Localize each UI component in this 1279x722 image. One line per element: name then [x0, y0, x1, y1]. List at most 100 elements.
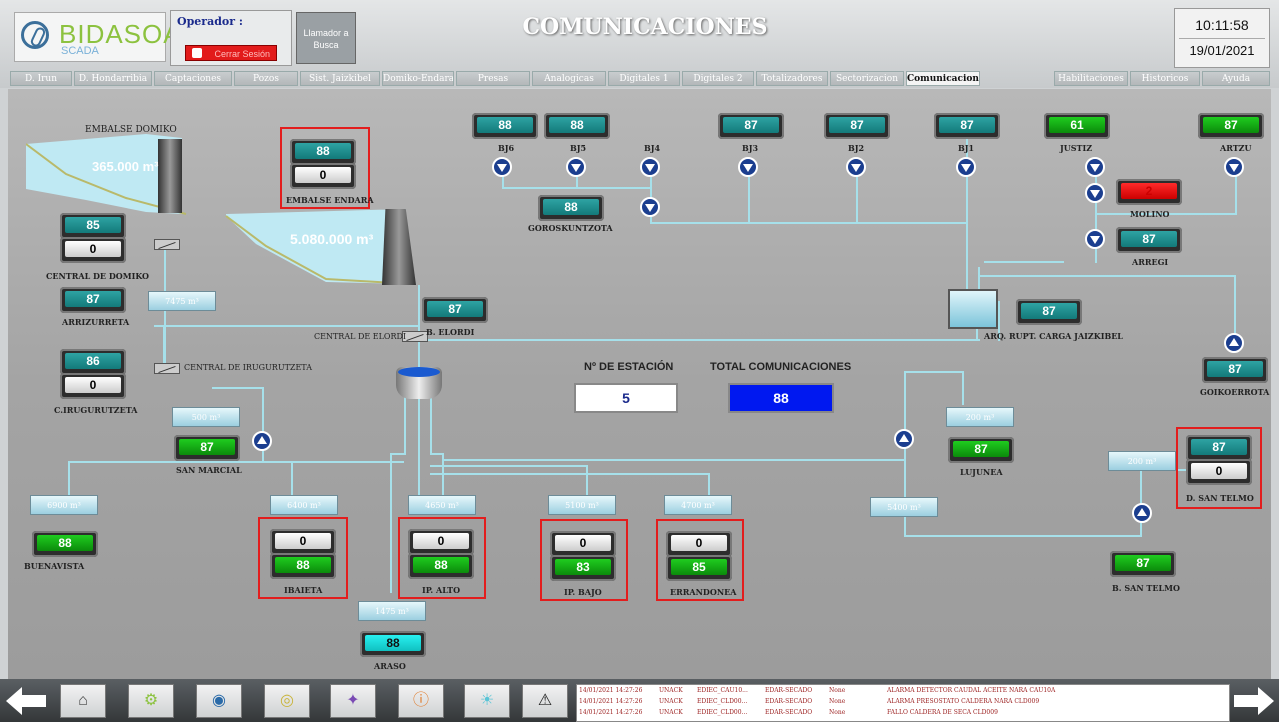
alarm-button[interactable]: ⚠ [522, 684, 568, 718]
water-button[interactable]: ◉ [196, 684, 242, 718]
d-san-telmo-top-gauge: 87 [1186, 435, 1252, 461]
san-marcial-gauge: 87 [174, 435, 240, 461]
bj3-arrow-icon [738, 157, 758, 177]
tank-water [398, 367, 440, 377]
alarm-row[interactable]: 14/01/2021 14:27:26 UNACK EDIEC_CLD00... ED… [577, 708, 1217, 718]
bj5-label: BJ5 [570, 143, 587, 153]
b-san-telmo-arrow-icon [1132, 503, 1152, 523]
central-domiko-top-gauge: 85 [60, 213, 126, 239]
settings-button[interactable]: ⚙ [128, 684, 174, 718]
d-san-telmo-label: D. SAN TELMO [1186, 493, 1254, 503]
tab-sectorizacion[interactable]: Sectorizacion [830, 71, 904, 86]
arq-label: ARQ. RUPT. CARGA JAIZKIBEL [984, 331, 1123, 341]
tab-historicos[interactable]: Historicos [1130, 71, 1200, 86]
tab-d-irun[interactable]: D. Irun [10, 71, 72, 86]
goroskuntzota-label: GOROSKUNTZOTA [528, 223, 613, 233]
arrizurreta-label: ARRIZURRETA [62, 317, 130, 327]
tab-presas[interactable]: Presas [456, 71, 530, 86]
b-san-telmo-gauge: 87 [1110, 551, 1176, 577]
bj3-gauge: 87 [718, 113, 784, 139]
tools-button[interactable]: ✦ [330, 684, 376, 718]
tab-sist-jaizkibel[interactable]: Sist. Jaizkibel [300, 71, 380, 86]
tools-icon: ✦ [346, 692, 360, 709]
goikoerrota-arrow-icon [1224, 333, 1244, 353]
logout-label: Cerrar Sesión [214, 49, 270, 59]
valve-domiko [154, 239, 180, 250]
forward-arrow-icon[interactable] [1234, 687, 1274, 715]
b-elordi-label: B. ELORDI [426, 327, 475, 337]
central-irugurutzeta-label: CENTRAL DE IRUGURUTZETA [184, 363, 312, 372]
v200-tank: 200 m³ [946, 407, 1014, 427]
total-comms-value: 88 [728, 383, 834, 413]
alarm-row[interactable]: 14/01/2021 14:27:26 UNACK EDIEC_CAU10... ED… [577, 686, 1217, 696]
arrizurreta-gauge: 87 [60, 287, 126, 313]
back-arrow-icon[interactable] [6, 687, 46, 715]
tab-totalizadores[interactable]: Totalizadores [756, 71, 828, 86]
light-button[interactable]: ☀ [464, 684, 510, 718]
alarm-row[interactable]: 14/01/2021 14:27:26 UNACK EDIEC_CLD00... ED… [577, 697, 1217, 707]
energy-icon: ◎ [280, 692, 294, 709]
goroskuntzota-gauge: 88 [538, 195, 604, 221]
tab-d-hondarribia[interactable]: D. Hondarribia [74, 71, 152, 86]
tab-pozos[interactable]: Pozos [234, 71, 298, 86]
san-marcial-arrow-icon [252, 431, 272, 451]
central-domiko-label: CENTRAL DE DOMIKO [46, 271, 150, 281]
logo-icon [21, 21, 49, 49]
tab-digitales-2[interactable]: Digitales 2 [682, 71, 754, 86]
v1475-tank: 1475 m³ [358, 601, 426, 621]
domiko-volume: 365.000 m³ [92, 159, 159, 174]
endara-top-gauge: 88 [290, 139, 356, 165]
justiz-label: JUSTIZ [1060, 143, 1093, 153]
goikoerrota-gauge: 87 [1202, 357, 1268, 383]
araso-gauge: 88 [360, 631, 426, 657]
errandonea-label: ERRANDONEA [670, 587, 737, 597]
alarm-list[interactable]: 14/01/2021 14:27:26 UNACK EDIEC_CAU10... ED… [576, 684, 1230, 722]
tab-domiko-endara[interactable]: Domiko-Endara [382, 71, 454, 86]
tab-habilitaciones[interactable]: Habilitaciones [1054, 71, 1128, 86]
info-button[interactable]: ⓘ [398, 684, 444, 718]
b-elordi-gauge: 87 [422, 297, 488, 323]
call-button[interactable]: Llamador a Busca [296, 12, 356, 64]
tab-digitales-1[interactable]: Digitales 1 [608, 71, 680, 86]
molino-label: MOLINO [1130, 209, 1170, 219]
home-button[interactable]: ⌂ [60, 684, 106, 718]
bj6-gauge: 88 [472, 113, 538, 139]
arq-gauge: 87 [1016, 299, 1082, 325]
v6400-tank: 6400 m³ [270, 495, 338, 515]
justiz-gauge: 61 [1044, 113, 1110, 139]
comms-diagram: EMBALSE DOMIKO 365.000 m³ 5.080.000 m³ C… [8, 89, 1271, 679]
operator-label: Operador : [177, 15, 243, 28]
buenavista-label: BUENAVISTA [24, 561, 85, 571]
endara-bottom-gauge: 0 [290, 163, 356, 189]
v500-tank: 500 m³ [172, 407, 240, 427]
tab-analogicas[interactable]: Analogicas [532, 71, 606, 86]
lujunea-arrow-icon [894, 429, 914, 449]
ip-alto-bottom-gauge: 88 [408, 553, 474, 579]
san-marcial-label: SAN MARCIAL [176, 465, 242, 475]
bj5-arrow-icon [566, 157, 586, 177]
v200b-tank: 200 m³ [1108, 451, 1176, 471]
tab-comunicaciones[interactable]: Comunicaciones [906, 71, 980, 86]
elordi-volume: 5.080.000 m³ [290, 231, 374, 247]
domiko-dam [158, 139, 182, 213]
bj2-label: BJ2 [848, 143, 865, 153]
goroskuntzota-arrow-icon [640, 197, 660, 217]
tab-ayuda[interactable]: Ayuda [1202, 71, 1270, 86]
ip-bajo-bottom-gauge: 83 [550, 555, 616, 581]
energy-button[interactable]: ◎ [264, 684, 310, 718]
logout-button[interactable]: Cerrar Sesión [185, 45, 277, 61]
valve-irugurutzeta [154, 363, 180, 374]
ibaieta-label: IBAIETA [284, 585, 323, 595]
bj4-arrow-icon [640, 157, 660, 177]
ibaieta-bottom-gauge: 88 [270, 553, 336, 579]
lightbulb-icon: ☀ [479, 692, 495, 709]
lujunea-label: LUJUNEA [960, 467, 1003, 477]
lujunea-gauge: 87 [948, 437, 1014, 463]
v4650-tank: 4650 m³ [408, 495, 476, 515]
ip-bajo-top-gauge: 0 [550, 531, 616, 557]
errandonea-top-gauge: 0 [666, 531, 732, 557]
arregi-gauge: 87 [1116, 227, 1182, 253]
tab-captaciones[interactable]: Captaciones [154, 71, 232, 86]
molino-gauge: 2 [1116, 179, 1182, 205]
endara-label: EMBALSE ENDARA [286, 195, 374, 205]
